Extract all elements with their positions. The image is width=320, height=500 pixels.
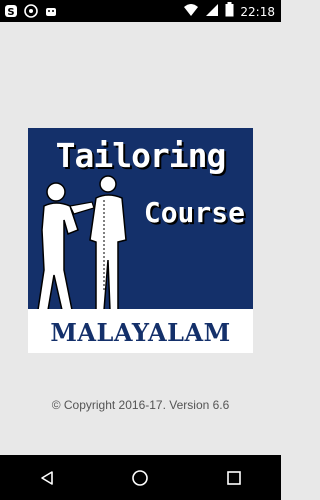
status-bar-system: 22:18 [183, 2, 275, 21]
navigation-bar [0, 455, 281, 500]
home-button[interactable] [120, 458, 160, 498]
recents-icon [227, 470, 241, 485]
whatsapp-icon [24, 3, 38, 22]
status-bar: S 22:18 [0, 0, 281, 22]
s-notification-icon: S [4, 3, 18, 22]
svg-text:S: S [7, 7, 14, 18]
splash-logo: Tailoring Course MALAYALAM [28, 128, 253, 353]
battery-icon [225, 2, 234, 21]
android-icon [44, 3, 58, 22]
status-bar-notifications: S [4, 3, 58, 22]
wifi-icon [183, 2, 199, 21]
logo-title-malayalam: MALAYALAM [50, 318, 231, 347]
status-bar-time: 22:18 [240, 4, 275, 19]
splash-screen: Tailoring Course MALAYALAM © Copyright 2… [0, 22, 281, 455]
logo-band: MALAYALAM [28, 309, 253, 353]
signal-icon [205, 2, 219, 21]
recents-button[interactable] [214, 458, 254, 498]
logo-title-course: Course [143, 196, 245, 229]
tailor-measuring-illustration [37, 175, 127, 310]
home-icon [132, 469, 149, 486]
back-icon [41, 470, 53, 485]
copyright-text: © Copyright 2016-17. Version 6.6 [51, 398, 230, 412]
back-button[interactable] [27, 458, 67, 498]
